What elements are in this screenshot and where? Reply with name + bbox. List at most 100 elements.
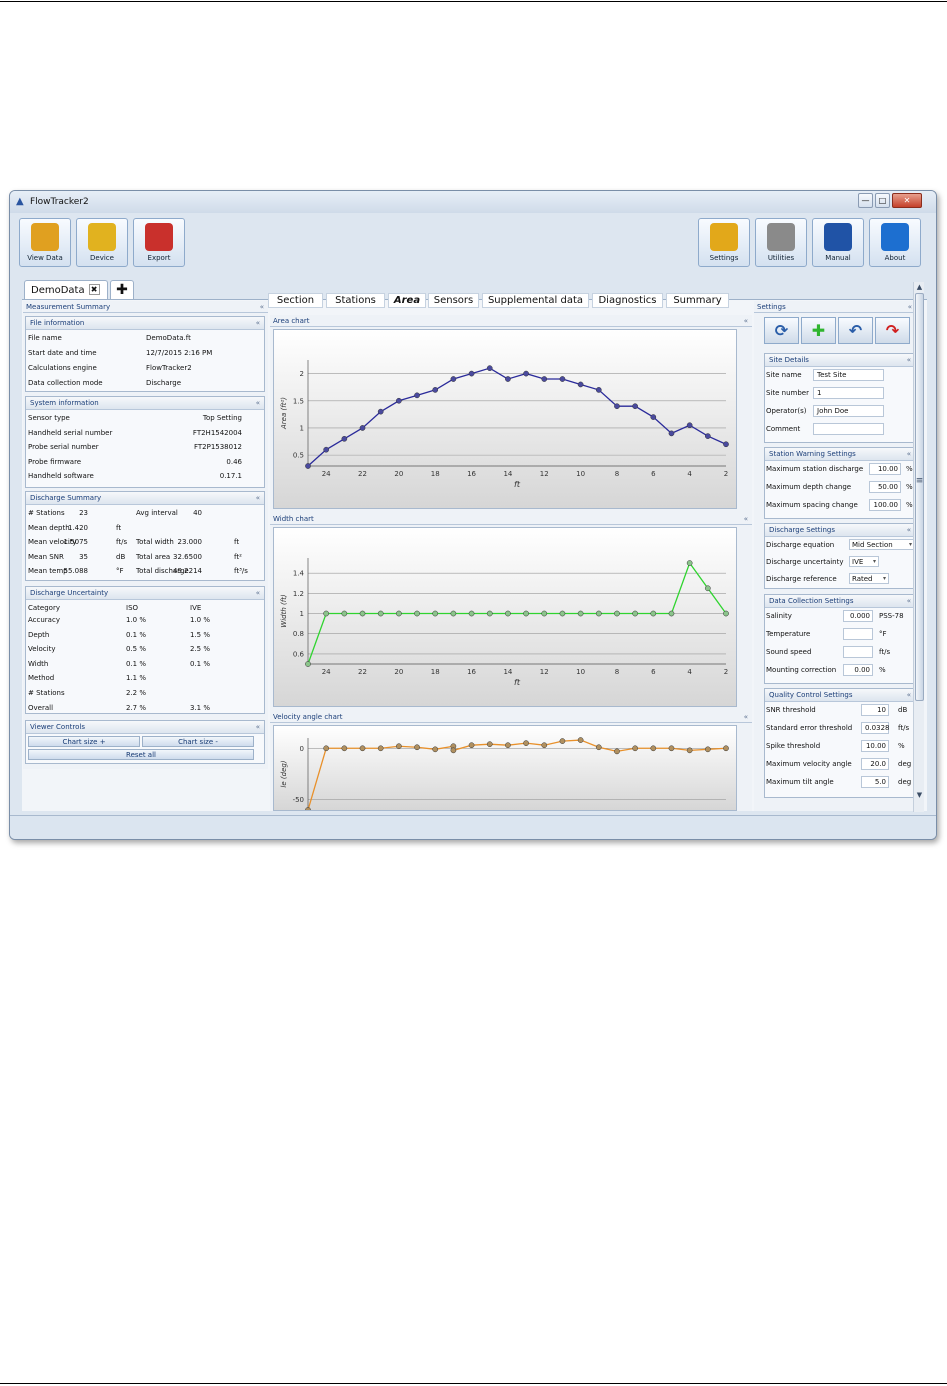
warning-input[interactable]: 100.00 xyxy=(869,499,901,511)
collapse-chevron-icon[interactable]: « xyxy=(744,315,748,327)
data-point[interactable] xyxy=(341,745,348,752)
discharge-dropdown[interactable]: IVE ▾ xyxy=(849,556,879,567)
discharge-dropdown[interactable]: Rated ▾ xyxy=(849,573,889,584)
data-point[interactable] xyxy=(614,748,620,755)
data-point[interactable] xyxy=(486,610,493,617)
collapse-chevron-icon[interactable]: « xyxy=(744,711,748,723)
data-point[interactable] xyxy=(632,403,638,410)
data-point[interactable] xyxy=(704,746,711,753)
collapse-chevron-icon[interactable]: « xyxy=(256,317,260,330)
site-input[interactable]: Test Site xyxy=(813,369,884,381)
data-point[interactable] xyxy=(650,610,657,617)
splitter-grip-icon[interactable]: ≡ xyxy=(915,476,924,486)
data-point[interactable] xyxy=(668,745,675,752)
data-point[interactable] xyxy=(305,463,311,469)
data-point[interactable] xyxy=(377,408,384,415)
data-point[interactable] xyxy=(377,745,384,752)
scroll-down-icon[interactable]: ▼ xyxy=(915,790,924,800)
collection-input[interactable] xyxy=(843,646,873,658)
data-point[interactable] xyxy=(595,387,602,393)
minimize-button[interactable]: — xyxy=(858,193,873,208)
gears-button[interactable]: Settings xyxy=(698,218,750,267)
collapse-chevron-icon[interactable]: « xyxy=(744,513,748,525)
data-point[interactable] xyxy=(414,392,420,399)
data-point[interactable] xyxy=(341,610,348,617)
qc-input[interactable]: 5.0 xyxy=(861,776,889,788)
data-point[interactable] xyxy=(486,741,493,748)
data-point[interactable] xyxy=(668,610,675,617)
data-point[interactable] xyxy=(632,745,638,752)
data-point[interactable] xyxy=(377,610,384,617)
collection-input[interactable]: 0.00 xyxy=(843,664,873,676)
collapse-chevron-icon[interactable]: « xyxy=(256,397,260,410)
data-point[interactable] xyxy=(468,742,475,749)
data-point[interactable] xyxy=(468,610,475,617)
chart-size-minus-button[interactable]: Chart size - xyxy=(142,736,254,747)
data-point[interactable] xyxy=(559,376,566,382)
collapse-chevron-icon[interactable]: « xyxy=(256,492,260,505)
close-tab-icon[interactable]: ✖ xyxy=(88,284,100,295)
undo-icon[interactable]: ↶ xyxy=(838,317,873,344)
data-point[interactable] xyxy=(323,446,330,453)
warning-input[interactable]: 10.00 xyxy=(869,463,901,475)
collapse-chevron-icon[interactable]: « xyxy=(907,689,911,702)
data-point[interactable] xyxy=(723,610,729,617)
vertical-scrollbar[interactable]: ▲ ≡ ▼ xyxy=(913,282,924,812)
data-point[interactable] xyxy=(450,610,457,617)
discharge-dropdown[interactable]: Mid Section ▾ xyxy=(849,539,915,550)
data-point[interactable] xyxy=(414,610,420,617)
data-point[interactable] xyxy=(305,661,311,667)
data-point[interactable] xyxy=(505,376,511,382)
close-button[interactable]: ✕ xyxy=(892,193,922,208)
data-point[interactable] xyxy=(614,403,620,410)
data-point[interactable] xyxy=(450,747,457,754)
data-point[interactable] xyxy=(723,745,729,752)
tools-button[interactable]: Utilities xyxy=(755,218,807,267)
data-point[interactable] xyxy=(523,370,529,377)
data-point[interactable] xyxy=(432,387,439,393)
data-point[interactable] xyxy=(432,610,439,617)
tab-sensors[interactable]: Sensors xyxy=(428,293,479,308)
site-input[interactable] xyxy=(813,423,884,435)
tab-area[interactable]: Area xyxy=(388,293,426,308)
warning-input[interactable]: 50.00 xyxy=(869,481,901,493)
collapse-chevron-icon[interactable]: « xyxy=(907,448,911,461)
data-point[interactable] xyxy=(704,585,711,592)
data-point[interactable] xyxy=(541,742,548,749)
tab-section[interactable]: Section xyxy=(268,293,323,308)
data-point[interactable] xyxy=(650,414,657,420)
data-point[interactable] xyxy=(704,433,711,439)
site-input[interactable]: John Doe xyxy=(813,405,884,417)
data-point[interactable] xyxy=(323,745,330,752)
collapse-chevron-icon[interactable]: « xyxy=(256,587,260,600)
qc-input[interactable]: 20.0 xyxy=(861,758,889,770)
data-point[interactable] xyxy=(559,738,566,744)
export-document-button[interactable]: Export xyxy=(133,218,185,267)
add-station-icon[interactable]: ✚ xyxy=(801,317,836,344)
data-point[interactable] xyxy=(505,610,511,617)
collapse-chevron-icon[interactable]: « xyxy=(260,301,264,313)
data-point[interactable] xyxy=(541,376,548,382)
refresh-icon[interactable]: ⟳ xyxy=(764,317,799,344)
data-point[interactable] xyxy=(359,425,366,431)
data-point[interactable] xyxy=(595,744,602,751)
info-button[interactable]: About xyxy=(869,218,921,267)
maximize-button[interactable]: □ xyxy=(875,193,890,208)
data-point[interactable] xyxy=(650,745,657,752)
data-point[interactable] xyxy=(396,610,402,617)
qc-input[interactable]: 10 xyxy=(861,704,889,716)
data-point[interactable] xyxy=(323,610,330,617)
data-point[interactable] xyxy=(396,743,402,750)
data-point[interactable] xyxy=(723,441,729,448)
qc-input[interactable]: 0.0328 xyxy=(861,722,890,734)
handheld-device-button[interactable]: Device xyxy=(76,218,128,267)
data-point[interactable] xyxy=(359,610,366,617)
data-point[interactable] xyxy=(505,742,511,749)
collapse-chevron-icon[interactable]: « xyxy=(256,721,260,734)
reset-all-button[interactable]: Reset all xyxy=(28,749,254,760)
data-point[interactable] xyxy=(432,746,439,753)
data-point[interactable] xyxy=(450,376,457,382)
data-point[interactable] xyxy=(614,610,620,617)
site-input[interactable]: 1 xyxy=(813,387,884,399)
data-point[interactable] xyxy=(523,740,529,746)
